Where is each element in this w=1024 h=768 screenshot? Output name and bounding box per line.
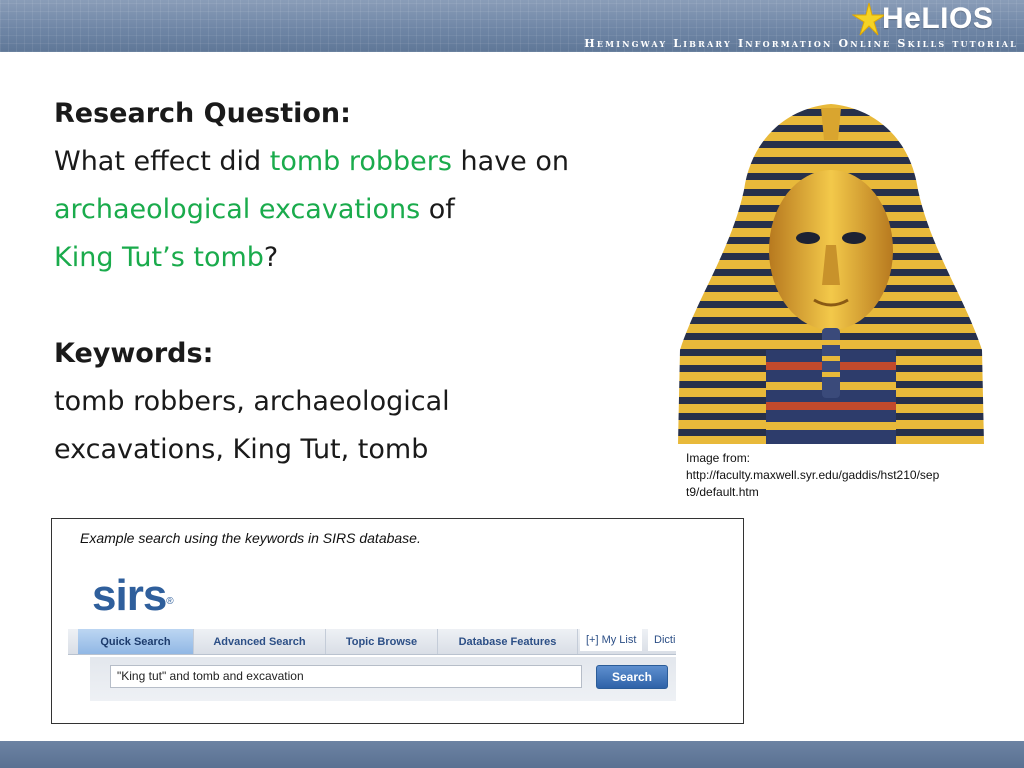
example-caption: Example search using the keywords in SIR… <box>80 530 421 546</box>
image-credit: Image from: http://faculty.maxwell.syr.e… <box>686 450 996 501</box>
registered-mark: ® <box>166 596 173 607</box>
image-credit-url-cont: t9/default.htm <box>686 485 759 499</box>
question-part: of <box>420 194 455 225</box>
highlight-king-tuts-tomb: King Tut’s tomb <box>54 242 264 273</box>
footer-bar <box>0 741 1024 768</box>
research-question-text: What effect did tomb robbers have on arc… <box>54 138 654 282</box>
search-button[interactable]: Search <box>596 665 668 689</box>
search-area: "King tut" and tomb and excavation Searc… <box>90 657 676 701</box>
header-banner: HeLIOS Hemingway Library Information Onl… <box>0 0 1024 52</box>
search-input[interactable]: "King tut" and tomb and excavation <box>110 665 582 688</box>
highlight-tomb-robbers: tomb robbers <box>269 146 452 177</box>
header-tagline: Hemingway Library Information Online Ski… <box>584 37 1018 50</box>
question-part: have on <box>451 146 569 177</box>
tab-database-features[interactable]: Database Features <box>438 629 578 654</box>
question-part: What effect did <box>54 146 270 177</box>
king-tut-mask-image <box>678 104 984 444</box>
sirs-tab-bar: Quick Search Advanced Search Topic Brows… <box>68 629 676 655</box>
image-credit-url: http://faculty.maxwell.syr.edu/gaddis/hs… <box>686 468 940 482</box>
slide-content: Research Question: What effect did tomb … <box>54 90 654 474</box>
image-credit-label: Image from: <box>686 451 751 465</box>
highlight-archaeological-excavations: archaeological excavations <box>54 194 421 225</box>
tab-quick-search[interactable]: Quick Search <box>78 629 194 654</box>
keywords-heading: Keywords: <box>54 338 214 369</box>
keywords-text: tomb robbers, archaeological excavations… <box>54 386 450 465</box>
dictionary-link[interactable]: Dicti <box>648 629 676 651</box>
tab-topic-browse[interactable]: Topic Browse <box>326 629 438 654</box>
example-search-box: Example search using the keywords in SIR… <box>51 518 744 724</box>
research-question-heading: Research Question: <box>54 98 351 129</box>
tab-advanced-search[interactable]: Advanced Search <box>194 629 326 654</box>
my-list-link[interactable]: [+] My List <box>580 629 643 651</box>
sirs-logo: sirs® <box>92 571 174 621</box>
sirs-logo-text: sirs <box>92 571 167 620</box>
helios-logo-text: HeLIOS <box>882 2 994 35</box>
star-logo-icon <box>852 2 886 36</box>
question-part: ? <box>263 242 279 273</box>
